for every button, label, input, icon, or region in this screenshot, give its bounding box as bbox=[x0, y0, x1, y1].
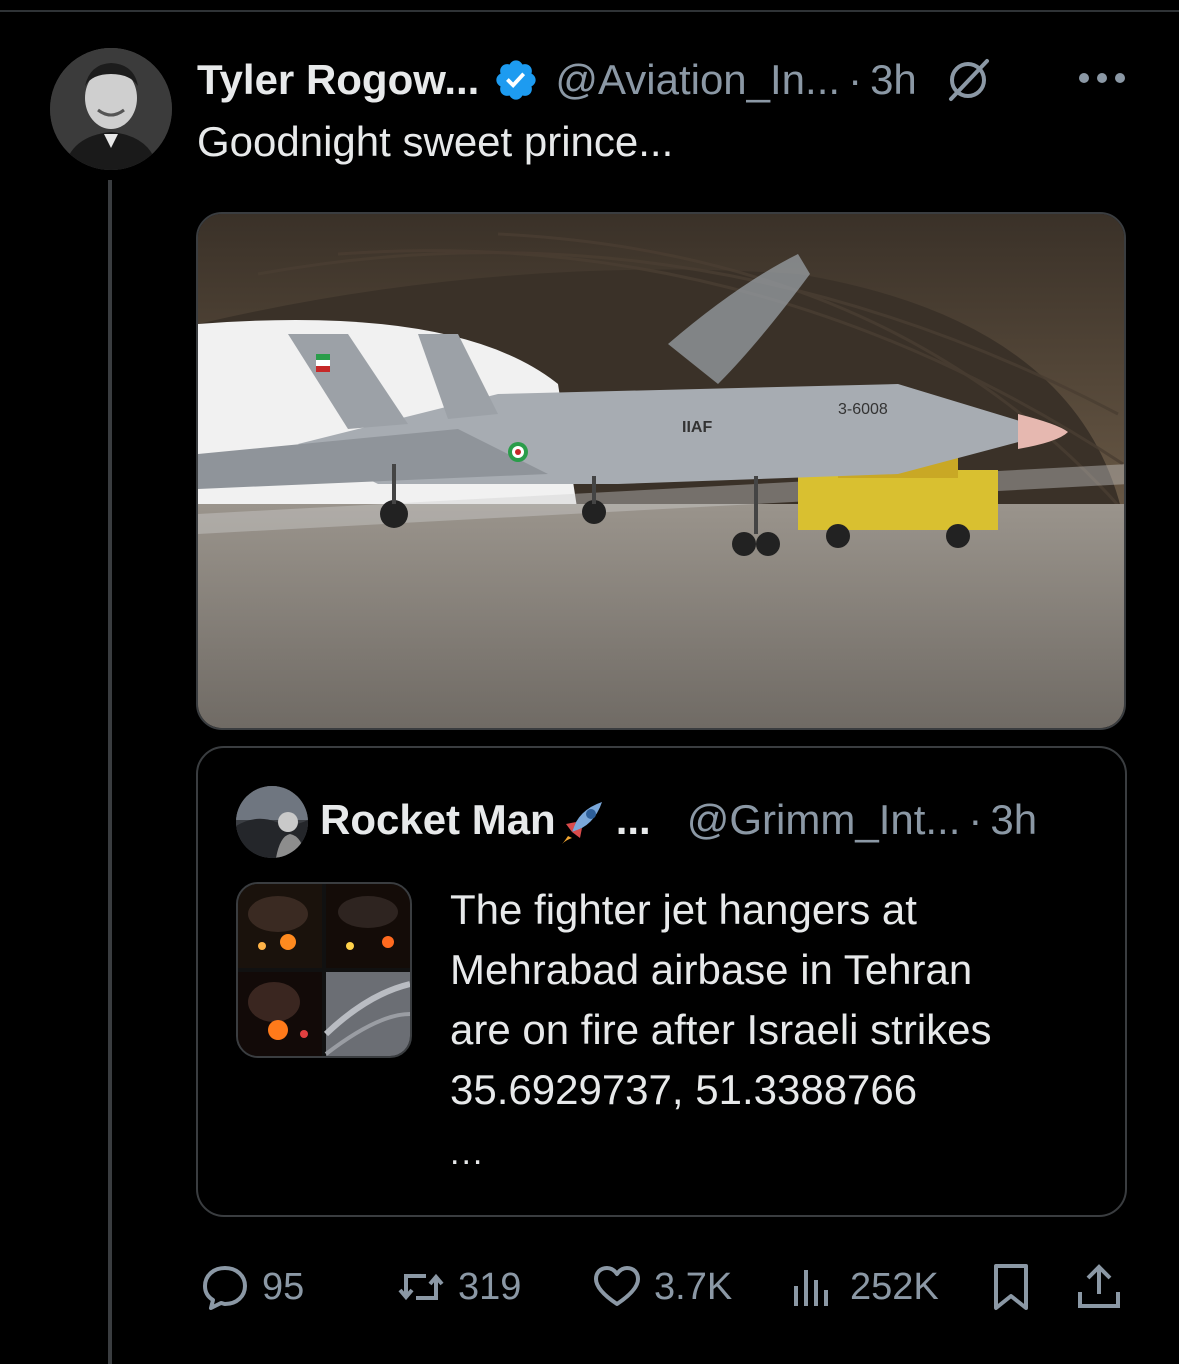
tweet-image[interactable]: 3-6008 IIAF bbox=[196, 212, 1126, 730]
quote-text-line: Mehrabad airbase in Tehran bbox=[450, 946, 973, 993]
reply-count: 95 bbox=[262, 1265, 305, 1308]
separator-dot: · bbox=[848, 56, 863, 103]
author-handle[interactable]: @Aviation_In... bbox=[555, 56, 840, 104]
like-count: 3.7K bbox=[654, 1265, 733, 1308]
verified-badge-icon[interactable] bbox=[493, 57, 539, 103]
quote-author-avatar[interactable] bbox=[236, 786, 308, 858]
quoted-tweet-card[interactable]: Rocket Man ... @Grimm_Int... · 3h The fi… bbox=[196, 746, 1127, 1217]
views-bar-chart-icon bbox=[794, 1270, 828, 1306]
retweet-button[interactable]: 319 bbox=[396, 1262, 521, 1312]
quote-time[interactable]: 3h bbox=[990, 796, 1037, 844]
author-name[interactable]: Tyler Rogow... bbox=[197, 56, 479, 104]
quote-text: The fighter jet hangers at Mehrabad airb… bbox=[450, 880, 1090, 1120]
quote-separator-dot: · bbox=[968, 796, 983, 843]
views-count: 252K bbox=[850, 1265, 939, 1308]
author-avatar[interactable] bbox=[50, 48, 172, 170]
heart-icon bbox=[594, 1266, 640, 1306]
quote-author-handle[interactable]: @Grimm_Int... bbox=[687, 796, 961, 844]
quote-author-name[interactable]: Rocket Man bbox=[320, 796, 556, 844]
top-divider bbox=[0, 10, 1179, 12]
quote-name-ellipsis: ... bbox=[615, 796, 651, 843]
quote-media-thumbnail[interactable] bbox=[236, 882, 412, 1058]
aircraft-code-label: 3-6008 bbox=[838, 401, 888, 418]
retweet-count: 319 bbox=[458, 1265, 522, 1308]
grok-icon[interactable] bbox=[943, 55, 993, 105]
quote-text-line: 35.6929737, 51.3388766 bbox=[450, 1066, 918, 1113]
quote-text-line: are on fire after Israeli strikes bbox=[450, 1006, 992, 1053]
fighter-jet-hangar-photo: 3-6008 IIAF bbox=[198, 214, 1124, 728]
views-button[interactable]: 252K bbox=[788, 1262, 939, 1312]
fire-photos-grid bbox=[238, 884, 410, 1056]
avatar-portrait-icon bbox=[50, 48, 172, 170]
reply-button[interactable]: 95 bbox=[200, 1262, 304, 1312]
thread-connector-line bbox=[108, 180, 112, 1364]
reply-bubble-icon bbox=[203, 1266, 247, 1310]
tweet-time[interactable]: 3h bbox=[870, 56, 917, 104]
tweet-header: Tyler Rogow... @Aviation_In... · 3h bbox=[197, 52, 993, 108]
action-bar: 95 319 3.7K 252K bbox=[0, 1262, 1179, 1312]
aircraft-markings-label: IIAF bbox=[682, 419, 712, 436]
retweet-icon bbox=[398, 1273, 444, 1301]
quote-header: Rocket Man ... @Grimm_Int... · 3h bbox=[320, 792, 1037, 848]
tweet-text: Goodnight sweet prince... bbox=[197, 118, 674, 165]
rocket-emoji-icon bbox=[561, 802, 602, 844]
bookmark-icon bbox=[994, 1264, 1028, 1310]
share-button[interactable] bbox=[1074, 1262, 1124, 1312]
bookmark-button[interactable] bbox=[986, 1262, 1036, 1312]
more-dots-icon[interactable] bbox=[1072, 60, 1132, 96]
share-icon bbox=[1078, 1264, 1120, 1308]
quote-avatar-image bbox=[236, 786, 308, 858]
quote-show-more[interactable]: ... bbox=[450, 1134, 484, 1173]
quote-text-line: The fighter jet hangers at bbox=[450, 886, 917, 933]
like-button[interactable]: 3.7K bbox=[592, 1262, 732, 1312]
